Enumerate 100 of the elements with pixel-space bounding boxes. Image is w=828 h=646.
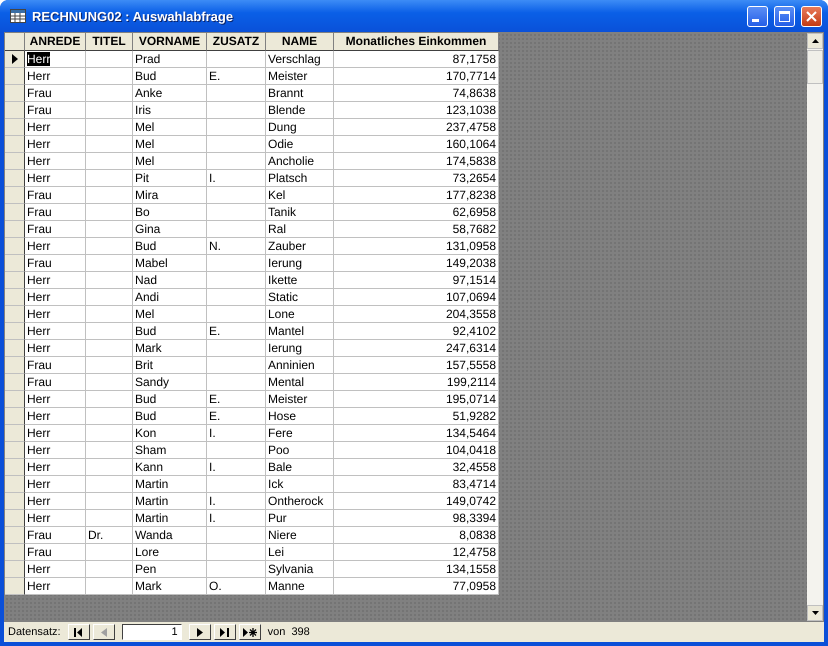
table-cell[interactable]: Herr [25,408,86,425]
table-cell[interactable]: Niere [266,527,334,544]
table-cell[interactable]: Anninien [266,357,334,374]
table-cell[interactable] [86,408,133,425]
record-selector[interactable] [5,170,25,187]
table-cell[interactable]: Herr [25,238,86,255]
table-cell[interactable]: E. [207,391,266,408]
table-cell[interactable] [86,187,133,204]
record-selector[interactable] [5,238,25,255]
record-selector[interactable] [5,391,25,408]
table-cell[interactable] [86,374,133,391]
table-cell[interactable]: Pen [133,561,207,578]
table-cell[interactable]: Bud [133,68,207,85]
table-cell[interactable]: Ierung [266,340,334,357]
table-cell[interactable]: 104,0418 [334,442,499,459]
table-cell[interactable]: Kel [266,187,334,204]
table-cell[interactable]: Herr [25,459,86,476]
table-cell[interactable]: Mel [133,136,207,153]
table-cell[interactable]: 195,0714 [334,391,499,408]
record-selector[interactable] [5,493,25,510]
table-cell[interactable]: Frau [25,221,86,238]
record-selector[interactable] [5,374,25,391]
table-cell[interactable]: 177,8238 [334,187,499,204]
new-record-button[interactable] [238,624,261,640]
record-selector[interactable] [5,51,25,68]
table-cell[interactable]: Herr [25,510,86,527]
table-cell[interactable]: 97,1514 [334,272,499,289]
record-selector[interactable] [5,136,25,153]
table-cell[interactable]: Ikette [266,272,334,289]
table-cell[interactable]: Lone [266,306,334,323]
table-cell[interactable]: Mental [266,374,334,391]
table-cell[interactable] [86,221,133,238]
table-cell[interactable] [207,374,266,391]
table-cell[interactable]: E. [207,408,266,425]
table-cell[interactable]: Pur [266,510,334,527]
record-selector[interactable] [5,221,25,238]
table-cell[interactable]: 73,2654 [334,170,499,187]
table-cell[interactable]: Wanda [133,527,207,544]
table-cell[interactable]: 247,6314 [334,340,499,357]
table-cell[interactable]: Ral [266,221,334,238]
table-cell[interactable] [207,85,266,102]
table-cell[interactable] [86,51,133,68]
table-cell[interactable] [86,493,133,510]
table-cell[interactable]: Frau [25,85,86,102]
table-cell[interactable]: Dr. [86,527,133,544]
record-selector[interactable] [5,323,25,340]
table-cell[interactable]: Herr [25,340,86,357]
table-cell[interactable]: I. [207,425,266,442]
table-cell[interactable]: Bud [133,391,207,408]
column-header[interactable]: NAME [266,33,334,51]
table-cell[interactable]: I. [207,170,266,187]
table-cell[interactable]: Herr [25,289,86,306]
record-selector[interactable] [5,544,25,561]
table-cell[interactable] [86,340,133,357]
table-cell[interactable]: Herr [25,323,86,340]
table-cell[interactable]: Frau [25,357,86,374]
table-cell[interactable]: Herr [25,119,86,136]
table-cell[interactable]: Frau [25,527,86,544]
record-selector[interactable] [5,153,25,170]
record-selector[interactable] [5,459,25,476]
table-cell[interactable]: Mel [133,119,207,136]
table-cell[interactable]: Herr [25,442,86,459]
record-selector[interactable] [5,561,25,578]
table-cell[interactable]: Kon [133,425,207,442]
record-selector[interactable] [5,289,25,306]
table-cell[interactable]: 174,5838 [334,153,499,170]
table-cell[interactable]: I. [207,510,266,527]
table-cell[interactable] [207,442,266,459]
table-cell[interactable] [207,255,266,272]
table-cell[interactable] [207,51,266,68]
table-cell[interactable]: Kann [133,459,207,476]
table-cell[interactable]: Ontherock [266,493,334,510]
record-selector[interactable] [5,204,25,221]
table-cell[interactable]: Frau [25,204,86,221]
table-cell[interactable]: Hose [266,408,334,425]
scroll-up-button[interactable] [807,33,823,49]
table-cell[interactable]: Iris [133,102,207,119]
table-cell[interactable]: Herr [25,561,86,578]
table-cell[interactable] [86,102,133,119]
table-cell[interactable] [207,544,266,561]
table-cell[interactable]: Sylvania [266,561,334,578]
table-cell[interactable]: Prad [133,51,207,68]
record-number-field[interactable]: 1 [122,624,182,640]
record-selector[interactable] [5,408,25,425]
table-cell[interactable]: 77,0958 [334,578,499,595]
table-cell[interactable]: 134,5464 [334,425,499,442]
table-cell[interactable]: Frau [25,102,86,119]
table-cell[interactable] [86,391,133,408]
table-cell[interactable]: Platsch [266,170,334,187]
table-cell[interactable] [207,136,266,153]
table-cell[interactable]: Mark [133,340,207,357]
record-selector[interactable] [5,68,25,85]
table-cell[interactable]: Bud [133,323,207,340]
table-cell[interactable] [86,119,133,136]
next-record-button[interactable] [188,624,211,640]
table-cell[interactable] [86,85,133,102]
table-cell[interactable] [207,527,266,544]
table-cell[interactable]: Mel [133,153,207,170]
column-header[interactable]: Monatliches Einkommen [334,33,499,51]
table-cell[interactable]: Mark [133,578,207,595]
